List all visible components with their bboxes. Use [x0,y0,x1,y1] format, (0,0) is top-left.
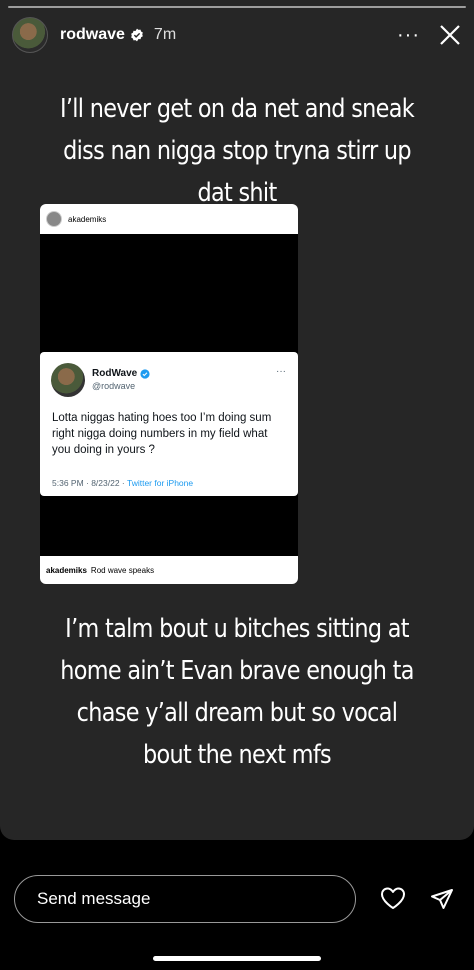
embedded-post-avatar [46,211,62,227]
more-options-icon[interactable]: ··· [397,25,420,45]
time-ago: 7m [153,26,177,43]
tweet-text: Lotta niggas hating hoes too I’m doing s… [52,412,272,456]
tweet-display-name: RodWave [92,368,138,379]
story-caption-top: I’ll never get on da net and sneak diss … [59,94,415,208]
story-header: rodwave 7m ··· [12,14,462,56]
tweet-timestamp: 5:36 PM · 8/23/22 · [52,478,127,488]
tweet-card: RodWave @rodwave ··· Lotta niggas hating… [40,352,298,496]
paper-plane-icon[interactable] [430,887,454,911]
tweet-handle: @rodwave [92,381,136,391]
username[interactable]: rodwave [60,26,125,44]
story-card[interactable]: rodwave 7m ··· I’ll never get on da net … [0,0,474,840]
tweet-verified-icon [140,368,150,379]
avatar[interactable] [12,17,48,53]
embedded-post-media: RodWave @rodwave ··· Lotta niggas hating… [40,234,298,556]
embedded-post-caption-text: Rod wave speaks [90,565,155,575]
heart-icon[interactable] [380,886,406,910]
embedded-post-caption-user: akademiks [46,565,87,575]
close-icon[interactable] [438,23,462,47]
reply-bar [0,840,474,970]
home-indicator [153,956,321,961]
tweet-display-name-row: RodWave [92,368,150,379]
tweet-source: Twitter for iPhone [126,478,194,488]
tweet-more-icon: ··· [276,366,286,377]
tweet-avatar [51,363,85,397]
send-message-input[interactable] [14,875,356,923]
verified-badge-icon [131,28,143,42]
embedded-post-header: akademiks [40,204,298,234]
embedded-post[interactable]: akademiks RodWave @rodwave ··· Lotta nig… [40,204,298,584]
story-progress-bar [8,6,466,8]
embedded-post-caption: akademiks Rod wave speaks [40,556,298,584]
embedded-post-account: akademiks [68,214,107,224]
story-caption-bottom: I’m talm bout u bitches sitting at home … [60,614,414,770]
tweet-meta: 5:36 PM · 8/23/22 · Twitter for iPhone [52,478,193,488]
